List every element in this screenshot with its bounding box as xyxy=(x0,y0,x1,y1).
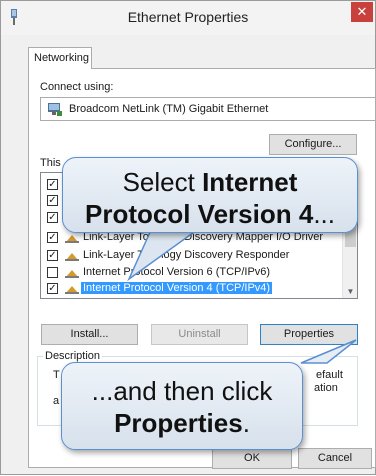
callout-text: ... xyxy=(313,199,335,229)
callout-text: . xyxy=(242,408,250,438)
callout-text: Select xyxy=(122,167,203,197)
callout-text-bold: Internet xyxy=(202,167,298,197)
properties-dialog: Ethernet Properties ✕ Networking Connect… xyxy=(0,0,376,475)
instruction-callout-select: Select Internet Protocol Version 4... xyxy=(62,157,358,233)
callout-text-bold: Properties xyxy=(114,408,243,438)
instruction-callout-properties: ...and then click Properties. xyxy=(61,362,303,450)
callout-text: ...and then click xyxy=(91,376,273,406)
callout-text-bold: Protocol Version 4 xyxy=(85,199,314,229)
